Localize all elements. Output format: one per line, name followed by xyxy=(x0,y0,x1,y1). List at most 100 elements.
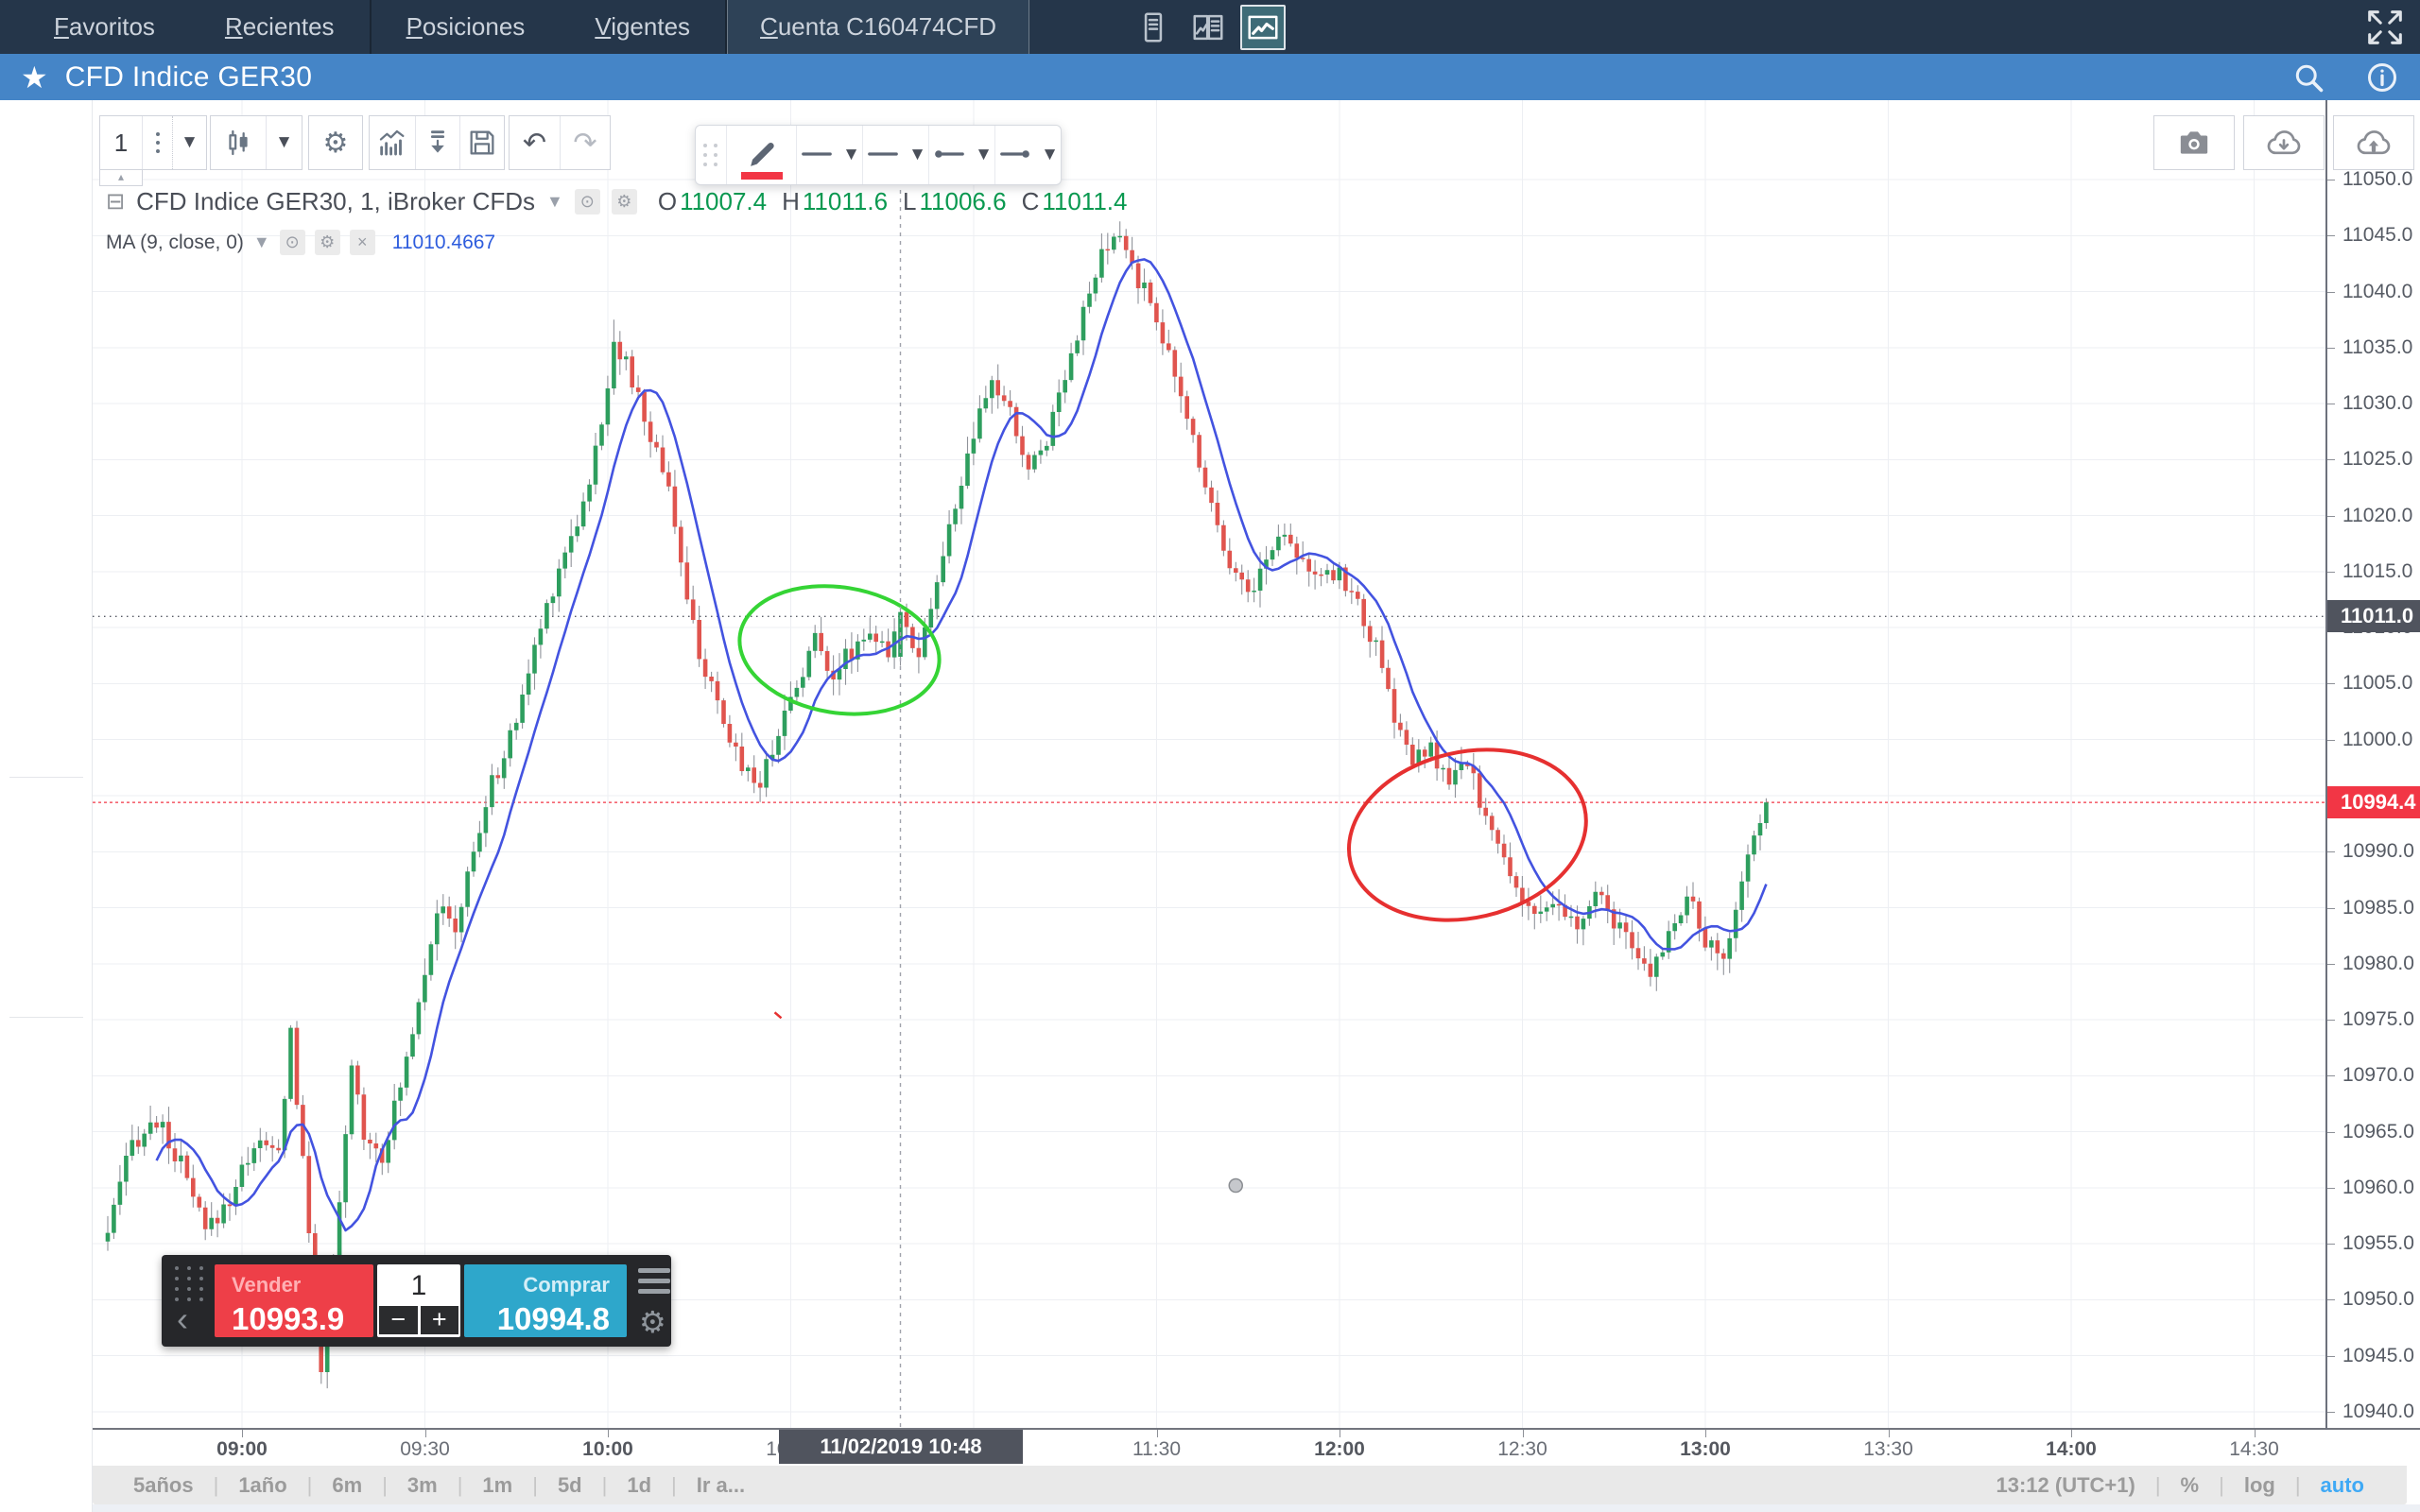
search-icon[interactable] xyxy=(2291,60,2325,94)
drawing-anchor-dot[interactable] xyxy=(1229,1179,1242,1193)
lock-all-tool-icon[interactable] xyxy=(23,901,70,948)
menu-item-recientes[interactable]: Recientes xyxy=(190,0,370,54)
chart-style-dropdown-icon[interactable]: ▼ xyxy=(266,116,302,169)
hide-all-tool-icon[interactable] xyxy=(23,957,70,1005)
range-button-5d[interactable]: 5d xyxy=(538,1473,602,1498)
quantity-increase-button[interactable]: + xyxy=(421,1306,459,1334)
favorite-star-icon[interactable]: ★ xyxy=(21,60,48,95)
trend-line-tool-icon[interactable] xyxy=(23,184,70,232)
line-style-dot-right-icon[interactable]: ▼ xyxy=(994,126,1061,184)
trade-widget-menu-icon[interactable] xyxy=(638,1268,670,1294)
time-tick-label: 12:30 xyxy=(1497,1438,1547,1461)
redo-icon[interactable]: ↷ xyxy=(560,116,610,169)
interval-display[interactable]: 1 xyxy=(100,116,142,169)
clock-label[interactable]: 13:12 (UTC+1) xyxy=(1976,1473,2154,1498)
fullscreen-icon[interactable] xyxy=(2363,6,2407,49)
time-tick-label: 11:30 xyxy=(1132,1438,1181,1461)
log-scale-button[interactable]: log xyxy=(2224,1473,2295,1498)
pitchfork-tool-icon[interactable] xyxy=(23,250,70,298)
ohlc-h: H11011.6 xyxy=(782,187,888,216)
pattern-tool-icon[interactable] xyxy=(23,444,70,491)
quantity-value[interactable]: 1 xyxy=(379,1266,458,1305)
price-axis[interactable]: 11050.011045.011040.011035.011030.011025… xyxy=(2325,100,2420,1466)
ma-remove-icon[interactable]: × xyxy=(350,230,375,255)
brush-tool-icon[interactable] xyxy=(23,316,70,363)
buy-button[interactable]: Comprar 10994.8 xyxy=(464,1264,627,1337)
remove-drawings-tool-icon[interactable] xyxy=(23,1084,70,1131)
drawing-lock-tool-icon[interactable] xyxy=(23,844,70,891)
menu-account-tab[interactable]: Cuenta C160474CFD xyxy=(727,0,1029,54)
undo-icon[interactable]: ↶ xyxy=(510,116,560,169)
candle-style-icon[interactable] xyxy=(211,116,266,169)
freehand-circle-annotation[interactable] xyxy=(1332,727,1603,942)
time-tick-label: 10:00 xyxy=(582,1438,633,1461)
text-tool-icon[interactable] xyxy=(23,379,70,426)
sell-price: 10993.9 xyxy=(232,1301,373,1337)
legend-collapse-icon[interactable]: ⊟ xyxy=(106,188,125,215)
info-icon[interactable] xyxy=(2365,60,2399,94)
ohlc-c: C11011.4 xyxy=(1022,187,1128,216)
range-button-1año[interactable]: 1año xyxy=(218,1473,306,1498)
ohlc-values: O11007.4H11011.6L11006.6C11011.4 xyxy=(658,187,1128,216)
quote-list-view-icon[interactable] xyxy=(1131,5,1176,50)
red-mark-annotation[interactable] xyxy=(775,1012,782,1018)
range-button-5años[interactable]: 5años xyxy=(113,1473,214,1498)
time-axis[interactable]: 09:0009:3010:0010:3011:0011:3012:0012:30… xyxy=(93,1428,2325,1466)
range-button-Ira[interactable]: Ir a... xyxy=(677,1473,765,1498)
percent-scale-button[interactable]: % xyxy=(2161,1473,2220,1498)
quantity-decrease-button[interactable]: − xyxy=(379,1306,418,1334)
sell-button[interactable]: Vender 10993.9 xyxy=(215,1264,373,1337)
chart-view-icon[interactable] xyxy=(1240,5,1286,50)
download-icon[interactable] xyxy=(415,116,459,169)
pencil-color-icon[interactable] xyxy=(726,126,796,184)
trade-widget-collapse-icon[interactable]: ‹ xyxy=(177,1302,188,1336)
zoom-in-tool-icon[interactable] xyxy=(23,714,70,762)
split-view-icon[interactable] xyxy=(1185,5,1231,50)
back-arrow-tool-icon[interactable] xyxy=(23,576,70,623)
menu-item-favoritos[interactable]: Favoritos xyxy=(19,0,190,54)
auto-scale-button[interactable]: auto xyxy=(2301,1473,2384,1498)
trade-widget-settings-icon[interactable]: ⚙ xyxy=(639,1304,666,1340)
toolbar-collapse-tab[interactable]: ▴ xyxy=(99,170,143,186)
trade-widget-drag-handle[interactable] xyxy=(175,1266,205,1301)
interval-favorites-icon[interactable] xyxy=(142,116,172,169)
menu-item-vigentes[interactable]: Vigentes xyxy=(560,0,725,54)
price-tick-label: 10970.0 xyxy=(2342,1064,2414,1087)
ma-hide-icon[interactable]: ⊙ xyxy=(280,230,305,255)
camera-icon[interactable] xyxy=(2153,115,2235,170)
line-style-dot-left-icon[interactable]: ▼ xyxy=(928,126,994,184)
range-button-3m[interactable]: 3m xyxy=(388,1473,458,1498)
menu-item-posiciones[interactable]: Posiciones xyxy=(372,0,561,54)
legend-settings-icon[interactable]: ⚙ xyxy=(612,189,637,215)
drag-handle-icon[interactable] xyxy=(696,126,726,184)
snapshot-toolbar xyxy=(2153,115,2414,170)
range-button-6m[interactable]: 6m xyxy=(312,1473,382,1498)
time-tick-label: 14:00 xyxy=(2046,1438,2097,1461)
crosshair-price-tag: 11011.0 xyxy=(2326,600,2420,632)
magnet-tool-icon[interactable] xyxy=(23,787,70,834)
measure-tool-icon[interactable] xyxy=(23,660,70,707)
history-toolbar-group: ↶ ↷ xyxy=(509,115,611,170)
ma-settings-icon[interactable]: ⚙ xyxy=(315,230,340,255)
save-layout-icon[interactable] xyxy=(459,116,504,169)
crosshair-tool-icon[interactable] xyxy=(23,118,70,165)
cloud-upload-icon[interactable] xyxy=(2333,115,2414,170)
line-style-2-icon[interactable]: ▼ xyxy=(862,126,928,184)
legend-hide-icon[interactable]: ⊙ xyxy=(575,189,600,215)
freehand-circle-annotation[interactable] xyxy=(731,573,949,728)
interval-dropdown-icon[interactable]: ▼ xyxy=(172,116,206,169)
chart-area[interactable] xyxy=(93,100,2325,1428)
legend-dropdown-icon[interactable]: ▼ xyxy=(546,192,563,212)
line-style-1-icon[interactable]: ▼ xyxy=(796,126,862,184)
buy-label: Comprar xyxy=(464,1273,610,1297)
forecast-tool-icon[interactable] xyxy=(23,510,70,558)
cloud-download-icon[interactable] xyxy=(2243,115,2325,170)
price-tick-label: 10965.0 xyxy=(2342,1121,2414,1143)
range-button-1m[interactable]: 1m xyxy=(462,1473,532,1498)
layers-tool-icon[interactable] xyxy=(23,1029,70,1076)
ma-dropdown-icon[interactable]: ▼ xyxy=(253,232,270,252)
candlestick-chart[interactable] xyxy=(93,100,2325,1428)
chart-settings-gear-icon[interactable]: ⚙ xyxy=(309,116,362,169)
indicators-icon[interactable] xyxy=(370,116,415,169)
range-button-1d[interactable]: 1d xyxy=(607,1473,671,1498)
